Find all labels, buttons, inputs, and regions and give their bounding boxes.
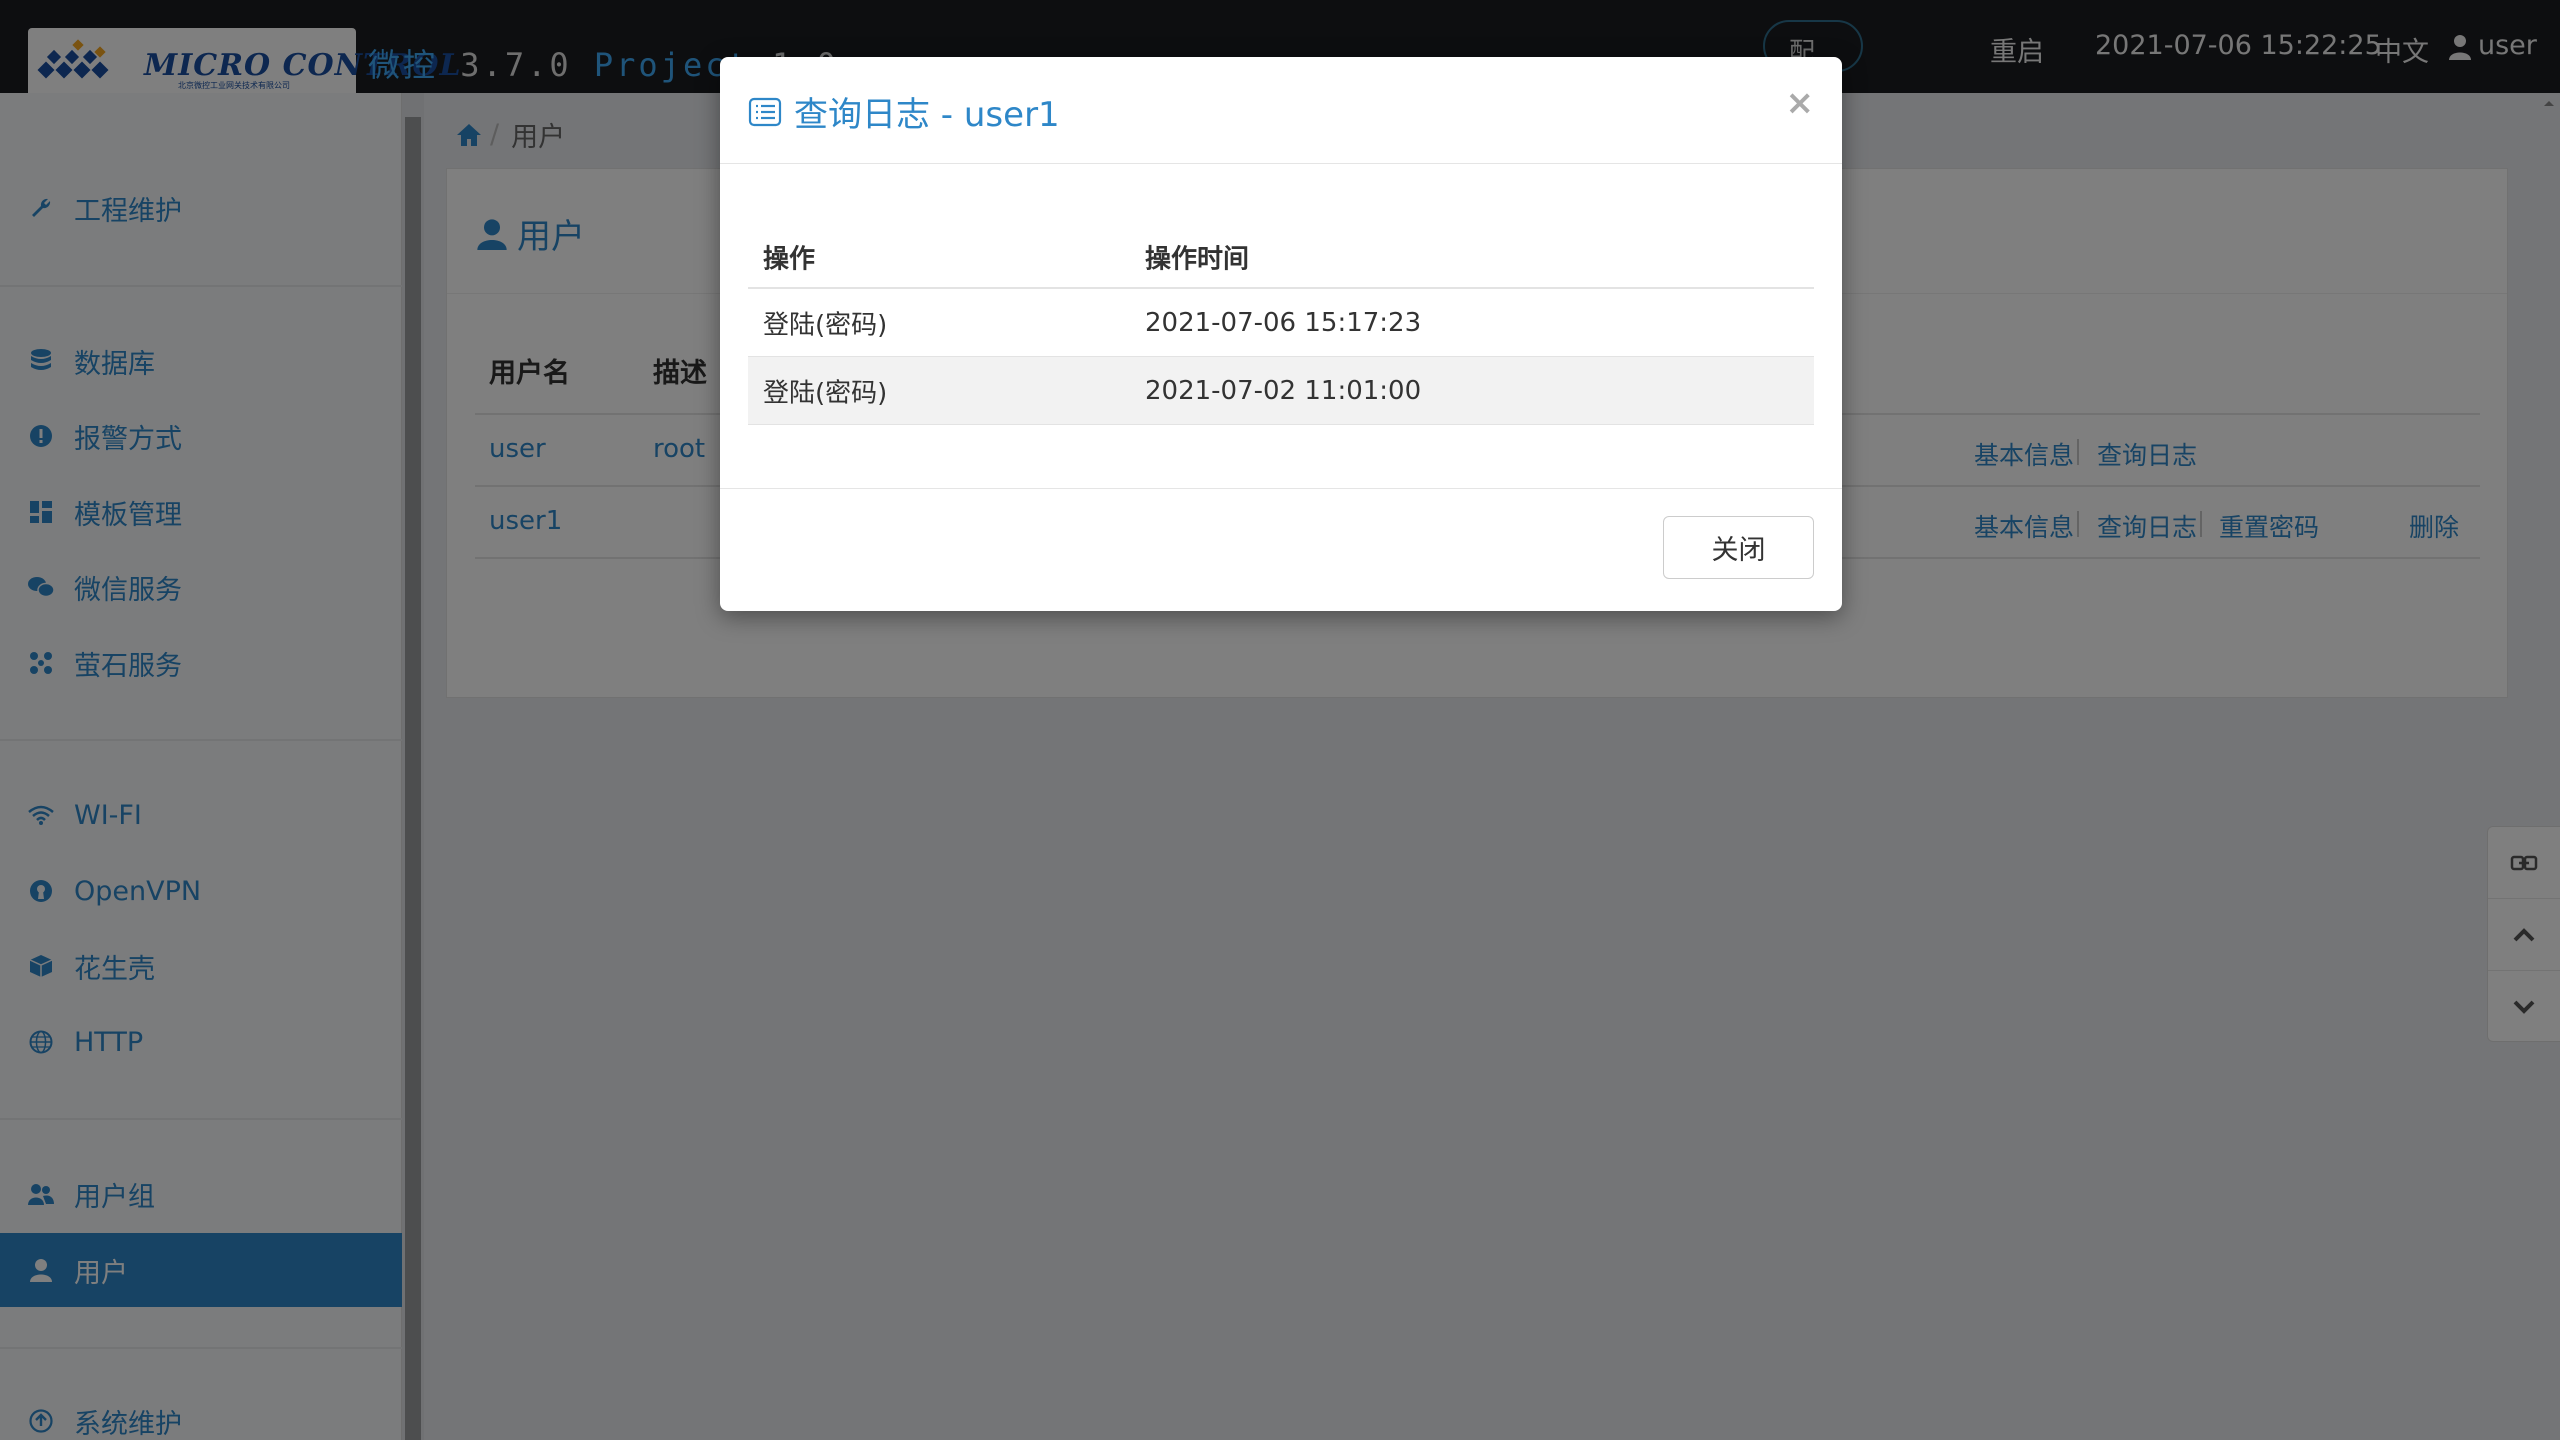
dialog-title: 查询日志 - user1	[748, 87, 1060, 136]
query-log-dialog: 查询日志 - user1 × 操作 操作时间 登陆(密码) 2021-07-06…	[720, 57, 1842, 611]
list-icon	[748, 97, 782, 126]
log-table: 操作 操作时间 登陆(密码) 2021-07-06 15:17:23 登陆(密码…	[748, 209, 1814, 425]
column-header-action: 操作	[763, 244, 816, 275]
log-time-cell: 2021-07-06 15:17:23	[1145, 307, 1422, 338]
table-row: 登陆(密码) 2021-07-02 11:01:00	[748, 357, 1814, 425]
log-table-header: 操作 操作时间	[748, 209, 1814, 289]
log-time-cell: 2021-07-02 11:01:00	[1145, 375, 1422, 406]
log-action-cell: 登陆(密码)	[763, 310, 888, 340]
dialog-footer: 关闭	[720, 488, 1842, 611]
column-header-time: 操作时间	[1145, 244, 1250, 275]
log-action-cell: 登陆(密码)	[763, 378, 888, 408]
dialog-header: 查询日志 - user1 ×	[720, 57, 1842, 164]
close-button[interactable]: 关闭	[1663, 516, 1814, 579]
dialog-title-text: 查询日志 - user1	[794, 95, 1060, 135]
dialog-close-icon[interactable]: ×	[1786, 83, 1815, 123]
table-row: 登陆(密码) 2021-07-06 15:17:23	[748, 289, 1814, 357]
